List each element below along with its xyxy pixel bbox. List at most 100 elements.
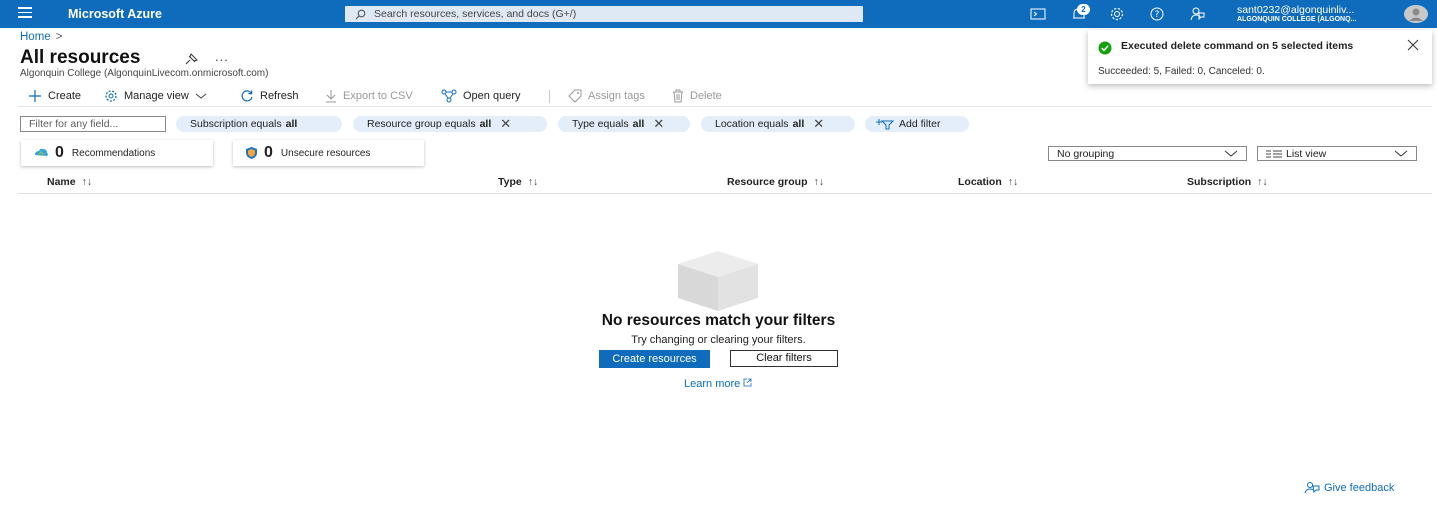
recommendations-card[interactable]: 0 Recommendations <box>21 140 213 166</box>
settings-icon[interactable] <box>1108 5 1126 23</box>
search-placeholder: Search resources, services, and docs (G+… <box>374 8 577 20</box>
global-search-input[interactable]: Search resources, services, and docs (G+… <box>345 6 863 22</box>
notification-badge: 2 <box>1077 4 1090 15</box>
add-filter-button[interactable]: Add filter <box>865 116 969 132</box>
cloud-shell-icon[interactable] <box>1029 5 1047 23</box>
breadcrumb: Home > <box>20 31 62 43</box>
view-mode-value: List view <box>1286 147 1327 160</box>
tag-icon <box>568 89 582 103</box>
toolbar-divider-line <box>18 106 1432 107</box>
avatar[interactable] <box>1404 5 1428 23</box>
gear-icon <box>105 90 117 102</box>
feedback-icon[interactable] <box>1188 5 1206 23</box>
manage-view-label: Manage view <box>124 90 189 102</box>
account-info[interactable]: sant0232@algonquinliv... ALGONQUIN COLLE… <box>1237 4 1356 23</box>
add-filter-label: Add filter <box>899 118 941 130</box>
chip-label: Location equals <box>715 118 789 130</box>
chip-value: all <box>632 118 645 130</box>
user-directory: ALGONQUIN COLLEGE (ALGONQ... <box>1237 16 1357 23</box>
view-mode-dropdown[interactable]: List view <box>1257 146 1417 161</box>
portal-brand[interactable]: Microsoft Azure <box>68 7 162 21</box>
grouping-dropdown[interactable]: No grouping <box>1048 146 1247 161</box>
more-options-icon[interactable]: ... <box>215 49 229 64</box>
remove-filter-icon[interactable]: ✕ <box>500 116 511 132</box>
top-bar: Microsoft Azure Search resources, servic… <box>0 0 1437 28</box>
close-icon[interactable] <box>1407 39 1419 51</box>
empty-state-cube-icon <box>676 250 760 315</box>
column-header-location[interactable]: Location ↑↓ <box>958 176 1018 188</box>
filter-chip-type[interactable]: Type equals all ✕ <box>558 116 690 132</box>
column-header-subscription[interactable]: Subscription ↑↓ <box>1187 176 1268 188</box>
sort-icon: ↑↓ <box>527 176 539 188</box>
download-icon <box>326 90 336 103</box>
query-icon <box>441 89 457 103</box>
filter-chip-location[interactable]: Location equals all ✕ <box>701 116 855 132</box>
column-header-resource-group[interactable]: Resource group ↑↓ <box>727 176 824 188</box>
chip-label: Resource group equals <box>367 118 476 130</box>
export-csv-label: Export to CSV <box>343 90 413 102</box>
sort-icon: ↑↓ <box>1007 176 1019 188</box>
manage-view-button[interactable]: Manage view <box>104 87 207 105</box>
give-feedback-label: Give feedback <box>1324 481 1395 494</box>
toast-detail: Succeeded: 5, Failed: 0, Canceled: 0. <box>1098 66 1265 77</box>
clear-filters-button[interactable]: Clear filters <box>730 350 838 367</box>
column-label: Type <box>498 176 522 188</box>
sort-icon: ↑↓ <box>813 176 825 188</box>
unsecure-resources-card[interactable]: 0 Unsecure resources <box>233 140 424 166</box>
refresh-button[interactable]: Refresh <box>240 87 299 105</box>
remove-filter-icon[interactable]: ✕ <box>813 116 824 132</box>
page-title: All resources <box>20 47 141 68</box>
refresh-label: Refresh <box>260 90 299 102</box>
notification-toast: Executed delete command on 5 selected it… <box>1088 30 1432 84</box>
column-label: Location <box>958 176 1002 188</box>
chip-label: Type equals <box>572 118 629 130</box>
remove-filter-icon[interactable]: ✕ <box>653 116 664 132</box>
external-link-icon <box>743 378 752 387</box>
toast-title: Executed delete command on 5 selected it… <box>1121 40 1354 52</box>
add-filter-icon <box>876 119 894 130</box>
export-csv-button[interactable]: Export to CSV <box>325 87 413 105</box>
chip-value: all <box>479 118 492 130</box>
chip-value: all <box>285 118 298 130</box>
table-header-divider <box>18 193 1432 194</box>
chevron-down-icon <box>1394 150 1408 157</box>
chevron-down-icon <box>1224 150 1238 157</box>
column-header-name[interactable]: Name ↑↓ <box>47 176 92 188</box>
trash-icon <box>673 89 683 103</box>
chevron-down-icon <box>195 93 207 99</box>
create-resources-button[interactable]: Create resources <box>599 350 710 368</box>
breadcrumb-home[interactable]: Home <box>20 31 51 43</box>
assign-tags-button[interactable]: Assign tags <box>568 87 645 105</box>
unsecure-label: Unsecure resources <box>280 147 371 159</box>
breadcrumb-separator: > <box>55 31 63 43</box>
refresh-icon <box>241 90 253 102</box>
pin-icon[interactable] <box>184 53 198 68</box>
create-button[interactable]: Create <box>28 87 81 105</box>
unsecure-count: 0 <box>264 144 273 161</box>
hamburger-menu-icon[interactable] <box>18 7 32 21</box>
open-query-button[interactable]: Open query <box>441 87 520 105</box>
svg-text:?: ? <box>1155 10 1160 20</box>
plus-icon <box>29 90 41 102</box>
delete-label: Delete <box>690 90 722 102</box>
recommendations-count: 0 <box>55 144 64 161</box>
feedback-icon <box>1304 482 1320 494</box>
empty-state-title: No resources match your filters <box>601 312 836 329</box>
toolbar-divider <box>549 90 550 103</box>
filter-input[interactable]: Filter for any field... <box>20 116 166 132</box>
filter-chip-resource-group[interactable]: Resource group equals all ✕ <box>353 116 547 132</box>
search-icon <box>355 9 366 20</box>
learn-more-link[interactable]: Learn more <box>684 378 752 390</box>
list-view-icon <box>1266 150 1282 157</box>
advisor-icon <box>35 148 48 156</box>
give-feedback-link[interactable]: Give feedback <box>1304 481 1394 494</box>
column-header-type[interactable]: Type ↑↓ <box>498 176 538 188</box>
shield-icon <box>246 147 257 159</box>
chip-label: Subscription equals <box>190 118 282 130</box>
sort-icon: ↑↓ <box>81 176 93 188</box>
help-icon[interactable]: ? <box>1148 5 1166 23</box>
delete-button[interactable]: Delete <box>672 87 722 105</box>
column-label: Resource group <box>727 176 808 188</box>
filter-chip-subscription[interactable]: Subscription equals all <box>176 116 342 132</box>
empty-state-description: Try changing or clearing your filters. <box>631 334 806 346</box>
